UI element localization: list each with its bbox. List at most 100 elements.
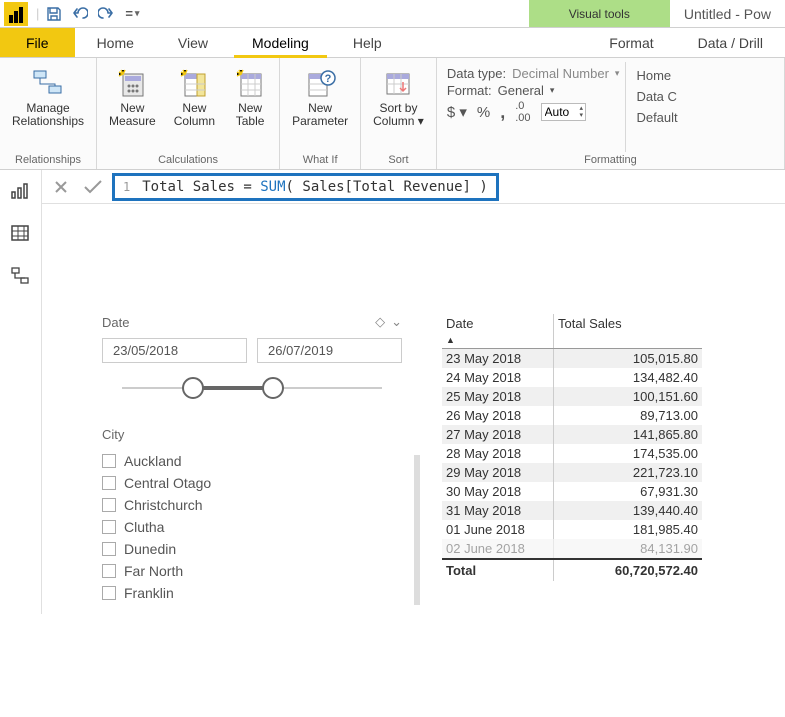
column-header-date[interactable]: Date [446, 316, 473, 331]
tab-home[interactable]: Home [75, 28, 156, 57]
sort-asc-icon[interactable]: ▲ [446, 335, 455, 345]
list-item[interactable]: Christchurch [102, 494, 402, 516]
parameter-icon: ? [303, 66, 337, 100]
tab-file[interactable]: File [0, 28, 75, 57]
table-row[interactable]: 02 June 201884,131.90 [442, 539, 702, 558]
list-item[interactable]: Far North [102, 560, 402, 582]
report-view-icon[interactable] [10, 182, 32, 202]
table-row[interactable]: 31 May 2018139,440.40 [442, 501, 702, 520]
measure-icon [115, 66, 149, 100]
data-category-label: Data C [636, 89, 677, 104]
tab-modeling[interactable]: Modeling [230, 28, 331, 57]
list-item[interactable]: Dunedin [102, 538, 402, 560]
quick-access-toolbar: | = [32, 3, 147, 25]
report-canvas[interactable]: Date ◇ ⌄ 23/05/2018 26/07/2019 [42, 204, 785, 614]
visual-tools-context-tab: Visual tools [529, 0, 670, 27]
city-slicer[interactable]: City Auckland Central OtagoChristchurchCl… [102, 427, 402, 604]
table-row[interactable]: 28 May 2018174,535.00 [442, 444, 702, 463]
new-parameter-button[interactable]: ? New Parameter [288, 62, 352, 128]
formula-input[interactable]: 1 Total Sales = SUM( Sales[Total Revenue… [112, 173, 499, 201]
table-row[interactable]: 23 May 2018105,015.80 [442, 349, 702, 368]
slider-handle-end[interactable] [262, 377, 284, 399]
column-icon [177, 66, 211, 100]
city-label: Auckland [124, 453, 182, 469]
city-label: Dunedin [124, 541, 176, 557]
decimal-icon: .0.00 [515, 100, 530, 124]
chevron-down-icon[interactable]: ▾ [615, 68, 620, 79]
table-total-row: Total 60,720,572.40 [442, 558, 702, 581]
city-label: Far North [124, 563, 183, 579]
slider-handle-start[interactable] [182, 377, 204, 399]
format-label: Format: [447, 83, 492, 98]
table-icon [233, 66, 267, 100]
qat-sep-icon: | [36, 6, 39, 21]
checkbox-icon[interactable] [102, 586, 116, 600]
currency-button[interactable]: $ ▾ [447, 103, 467, 121]
group-whatif: ? New Parameter What If [280, 58, 361, 169]
chevron-down-icon[interactable]: ▾ [550, 85, 555, 96]
new-measure-button[interactable]: New Measure [105, 62, 160, 128]
date-slider[interactable] [122, 373, 382, 403]
title-bar: | = Visual tools Untitled - Pow [0, 0, 785, 28]
thousands-button[interactable]: , [500, 102, 505, 123]
table-row[interactable]: 27 May 2018141,865.80 [442, 425, 702, 444]
scrollbar[interactable] [414, 455, 420, 605]
table-row[interactable]: 26 May 201889,713.00 [442, 406, 702, 425]
view-switcher [0, 170, 42, 614]
tab-view[interactable]: View [156, 28, 230, 57]
commit-formula-icon[interactable] [82, 176, 104, 198]
checkbox-icon[interactable] [102, 454, 116, 468]
sort-by-column-button[interactable]: Sort by Column ▾ [369, 62, 428, 128]
list-item[interactable]: Franklin [102, 582, 402, 604]
checkbox-icon[interactable] [102, 542, 116, 556]
data-view-icon[interactable] [10, 224, 32, 244]
table-header: Date ▲ Total Sales [442, 314, 702, 349]
sales-table-visual[interactable]: Date ▲ Total Sales 23 May 2018105,015.80… [442, 314, 702, 581]
table-row[interactable]: 29 May 2018221,723.10 [442, 463, 702, 482]
qat-customize-icon[interactable]: = [121, 3, 143, 25]
table-row[interactable]: 24 May 2018134,482.40 [442, 368, 702, 387]
date-slicer[interactable]: Date ◇ ⌄ 23/05/2018 26/07/2019 [102, 314, 402, 403]
checkbox-icon[interactable] [102, 564, 116, 578]
new-column-button[interactable]: New Column [170, 62, 219, 128]
slicer-title: City [102, 427, 402, 442]
manage-relationships-button[interactable]: Manage Relationships [8, 62, 88, 128]
sort-icon [381, 66, 415, 100]
tab-help[interactable]: Help [331, 28, 404, 57]
table-row[interactable]: 01 June 2018181,985.40 [442, 520, 702, 539]
group-sort: Sort by Column ▾ Sort [361, 58, 437, 169]
eraser-icon[interactable]: ◇ [375, 314, 385, 330]
tab-datadrill[interactable]: Data / Drill [676, 28, 785, 57]
city-label: Franklin [124, 585, 174, 601]
chevron-down-icon[interactable]: ⌄ [391, 314, 402, 330]
checkbox-icon[interactable] [102, 520, 116, 534]
table-row[interactable]: 25 May 2018100,151.60 [442, 387, 702, 406]
default-summarization-label: Default [636, 110, 677, 125]
group-formatting: Data type: Decimal Number ▾ Format: Gene… [437, 58, 785, 169]
save-icon[interactable] [43, 3, 65, 25]
column-header-sales[interactable]: Total Sales [554, 314, 702, 348]
decimal-places-spinner[interactable]: ▴▾ [541, 103, 587, 121]
ribbon-tabs: File Home View Modeling Help Format Data… [0, 28, 785, 58]
redo-icon[interactable] [95, 3, 117, 25]
list-item[interactable]: Central Otago [102, 472, 402, 494]
date-end-input[interactable]: 26/07/2019 [257, 338, 402, 363]
svg-text:?: ? [325, 73, 332, 85]
new-table-button[interactable]: New Table [229, 62, 271, 128]
checkbox-icon[interactable] [102, 476, 116, 490]
datatype-label: Data type: [447, 66, 506, 81]
table-row[interactable]: 30 May 201867,931.30 [442, 482, 702, 501]
datatype-value[interactable]: Decimal Number [512, 66, 609, 81]
line-number: 1 [123, 180, 130, 194]
cancel-formula-icon[interactable] [50, 176, 72, 198]
checkbox-icon[interactable] [102, 498, 116, 512]
relationships-icon [31, 66, 65, 100]
format-value[interactable]: General [498, 83, 544, 98]
list-item[interactable]: Auckland [102, 450, 402, 472]
undo-icon[interactable] [69, 3, 91, 25]
tab-format[interactable]: Format [587, 28, 675, 57]
list-item[interactable]: Clutha [102, 516, 402, 538]
date-start-input[interactable]: 23/05/2018 [102, 338, 247, 363]
model-view-icon[interactable] [10, 266, 32, 286]
percent-button[interactable]: % [477, 104, 490, 121]
